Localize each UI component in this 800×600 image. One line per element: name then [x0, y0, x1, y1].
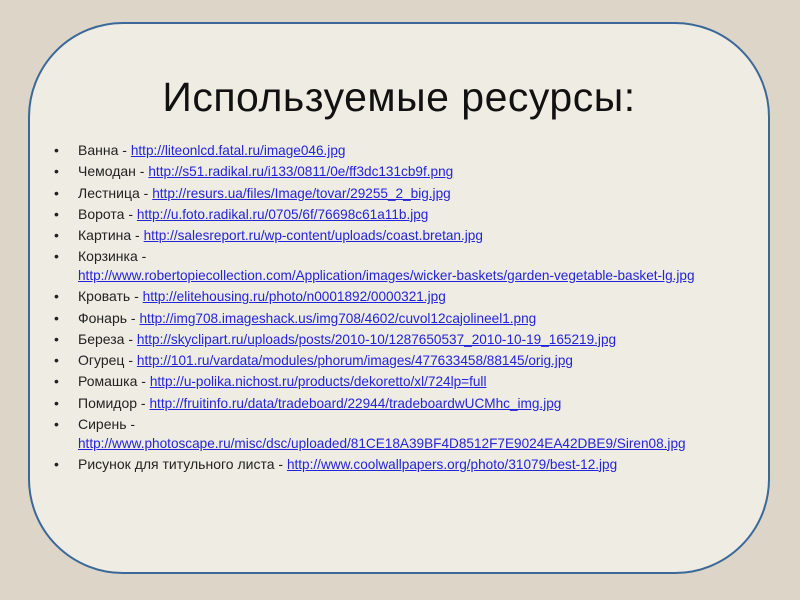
resource-item: Картина - http://salesreport.ru/wp-conte…	[54, 226, 754, 246]
resource-link[interactable]: http://liteonlcd.fatal.ru/image046.jpg	[131, 143, 346, 158]
resource-label: Огурец	[78, 352, 125, 369]
resource-item: Сирень - http://www.photoscape.ru/misc/d…	[54, 415, 754, 453]
resource-link[interactable]: http://www.robertopiecollection.com/Appl…	[78, 268, 695, 283]
resource-link[interactable]: http://img708.imageshack.us/img708/4602/…	[139, 311, 536, 326]
resource-label: Картина	[78, 227, 132, 244]
resource-link[interactable]: http://s51.radikal.ru/i133/0811/0e/ff3dc…	[148, 164, 453, 179]
resource-link[interactable]: http://u.foto.radikal.ru/0705/6f/76698c6…	[137, 207, 428, 222]
resource-link[interactable]: http://www.coolwallpapers.org/photo/3107…	[287, 457, 617, 472]
resource-link[interactable]: http://salesreport.ru/wp-content/uploads…	[144, 228, 483, 243]
resource-label: Кровать	[78, 288, 131, 305]
resource-item: Помидор - http://fruitinfo.ru/data/trade…	[54, 394, 754, 414]
resource-label: Лестница	[78, 184, 140, 201]
resource-link[interactable]: http://skyclipart.ru/uploads/posts/2010-…	[137, 332, 616, 347]
resource-label: Береза	[78, 330, 125, 347]
resource-item: Чемодан - http://s51.radikal.ru/i133/081…	[54, 162, 754, 182]
resource-item: Ромашка - http://u-polika.nichost.ru/pro…	[54, 372, 754, 392]
resource-label: Ванна	[78, 142, 119, 158]
resource-item: Ванна - http://liteonlcd.fatal.ru/image0…	[54, 141, 754, 161]
resource-link[interactable]: http://elitehousing.ru/photo/n0001892/00…	[143, 289, 446, 304]
resource-label: Рисунок для титульного листа	[78, 455, 275, 472]
resource-item: Береза - http://skyclipart.ru/uploads/po…	[54, 330, 754, 350]
resource-link[interactable]: http://u-polika.nichost.ru/products/deko…	[150, 374, 487, 389]
resource-item: Лестница - http://resurs.ua/files/Image/…	[54, 184, 754, 204]
resource-label: Ворота	[78, 205, 125, 222]
resource-label: Помидор	[78, 394, 138, 411]
resource-link[interactable]: http://fruitinfo.ru/data/tradeboard/2294…	[150, 396, 562, 411]
resource-label: Ромашка	[78, 373, 138, 390]
resource-link[interactable]: http://101.ru/vardata/modules/phorum/ima…	[137, 353, 573, 368]
resource-item: Кровать - http://elitehousing.ru/photo/n…	[54, 287, 754, 307]
resource-item: Рисунок для титульного листа - http://ww…	[54, 455, 754, 475]
resource-list: Ванна - http://liteonlcd.fatal.ru/image0…	[54, 141, 754, 476]
resource-label: Фонарь	[78, 309, 128, 326]
resource-item: Ворота - http://u.foto.radikal.ru/0705/6…	[54, 205, 754, 225]
resource-link[interactable]: http://www.photoscape.ru/misc/dsc/upload…	[78, 436, 686, 451]
resource-link[interactable]: http://resurs.ua/files/Image/tovar/29255…	[152, 186, 451, 201]
resource-item: Огурец - http://101.ru/vardata/modules/p…	[54, 351, 754, 371]
resource-item: Корзинка - http://www.robertopiecollecti…	[54, 247, 754, 285]
resource-label: Корзинка	[78, 248, 138, 265]
slide-title: Используемые ресурсы:	[162, 74, 636, 120]
resource-item: Фонарь - http://img708.imageshack.us/img…	[54, 309, 754, 329]
resource-label: Чемодан	[78, 163, 136, 180]
resource-label: Сирень	[78, 416, 127, 433]
